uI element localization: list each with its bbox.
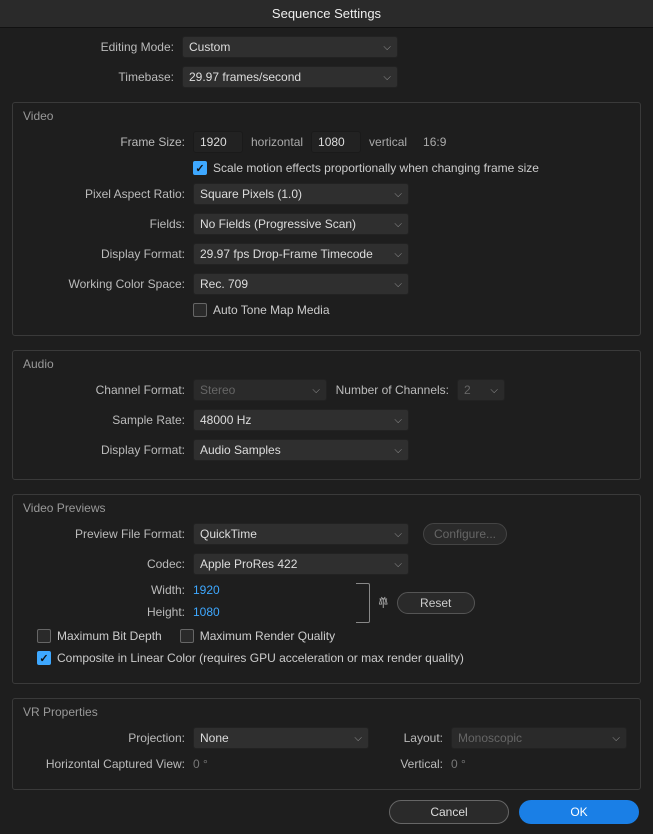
chevron-down-icon: ⌵ <box>490 385 498 396</box>
channel-format-value: Stereo <box>200 383 235 397</box>
num-channels-value: 2 <box>464 383 471 397</box>
horiz-captured-value: 0 ° <box>193 757 208 771</box>
vert-captured-label: Vertical: <box>369 757 451 771</box>
dialog-title: Sequence Settings <box>0 0 653 28</box>
audio-display-format-label: Display Format: <box>23 443 193 457</box>
preview-format-select[interactable]: QuickTime ⌵ <box>193 523 409 545</box>
video-display-format-label: Display Format: <box>23 247 193 261</box>
chevron-down-icon: ⌵ <box>312 385 320 396</box>
composite-linear-checkbox[interactable] <box>37 651 51 665</box>
preview-format-value: QuickTime <box>200 527 257 541</box>
audio-legend: Audio <box>23 357 54 371</box>
chevron-down-icon: ⌵ <box>612 733 620 744</box>
num-channels-label: Number of Channels: <box>327 383 457 397</box>
sample-rate-select[interactable]: 48000 Hz ⌵ <box>193 409 409 431</box>
max-render-quality-checkbox[interactable] <box>180 629 194 643</box>
pixel-aspect-select[interactable]: Square Pixels (1.0) ⌵ <box>193 183 409 205</box>
fields-select[interactable]: No Fields (Progressive Scan) ⌵ <box>193 213 409 235</box>
timebase-label: Timebase: <box>12 70 182 84</box>
ok-button[interactable]: OK <box>519 800 639 824</box>
framesize-aspect: 16:9 <box>423 135 446 149</box>
chevron-down-icon: ⌵ <box>394 189 402 200</box>
chevron-down-icon: ⌵ <box>383 72 391 83</box>
framesize-height-input[interactable] <box>311 131 361 153</box>
video-display-format-value: 29.97 fps Drop-Frame Timecode <box>200 247 373 261</box>
layout-value: Monoscopic <box>458 731 522 745</box>
horiz-captured-label: Horizontal Captured View: <box>23 757 193 771</box>
vert-captured-value: 0 ° <box>451 757 466 771</box>
codec-value: Apple ProRes 422 <box>200 557 297 571</box>
video-display-format-select[interactable]: 29.97 fps Drop-Frame Timecode ⌵ <box>193 243 409 265</box>
scale-motion-label: Scale motion effects proportionally when… <box>213 161 539 175</box>
framesize-label: Frame Size: <box>23 135 193 149</box>
chevron-down-icon: ⌵ <box>394 445 402 456</box>
layout-label: Layout: <box>369 731 451 745</box>
pixel-aspect-value: Square Pixels (1.0) <box>200 187 302 201</box>
auto-tonemap-checkbox[interactable] <box>193 303 207 317</box>
editing-mode-select[interactable]: Custom ⌵ <box>182 36 398 58</box>
max-bit-depth-label: Maximum Bit Depth <box>57 629 162 643</box>
auto-tonemap-label: Auto Tone Map Media <box>213 303 330 317</box>
reset-button[interactable]: Reset <box>397 592 475 614</box>
num-channels-select: 2 ⌵ <box>457 379 505 401</box>
timebase-select[interactable]: 29.97 frames/second ⌵ <box>182 66 398 88</box>
max-render-quality-label: Maximum Render Quality <box>200 629 335 643</box>
framesize-vert-text: vertical <box>369 135 407 149</box>
link-icon[interactable]: 𐄷 <box>378 594 389 612</box>
sample-rate-label: Sample Rate: <box>23 413 193 427</box>
projection-label: Projection: <box>23 731 193 745</box>
editing-mode-value: Custom <box>189 40 230 54</box>
composite-linear-label: Composite in Linear Color (requires GPU … <box>57 651 464 665</box>
framesize-width-input[interactable] <box>193 131 243 153</box>
framesize-horiz-text: horizontal <box>251 135 303 149</box>
chevron-down-icon: ⌵ <box>383 42 391 53</box>
color-space-select[interactable]: Rec. 709 ⌵ <box>193 273 409 295</box>
chevron-down-icon: ⌵ <box>354 733 362 744</box>
scale-motion-checkbox[interactable] <box>193 161 207 175</box>
chevron-down-icon: ⌵ <box>394 559 402 570</box>
max-bit-depth-checkbox[interactable] <box>37 629 51 643</box>
vr-legend: VR Properties <box>23 705 98 719</box>
preview-width-label: Width: <box>23 583 193 597</box>
channel-format-label: Channel Format: <box>23 383 193 397</box>
audio-display-format-select[interactable]: Audio Samples ⌵ <box>193 439 409 461</box>
vr-group: VR Properties Projection: None ⌵ Layout:… <box>12 698 641 790</box>
layout-select: Monoscopic ⌵ <box>451 727 627 749</box>
chevron-down-icon: ⌵ <box>394 415 402 426</box>
sample-rate-value: 48000 Hz <box>200 413 251 427</box>
chevron-down-icon: ⌵ <box>394 529 402 540</box>
previews-group: Video Previews Preview File Format: Quic… <box>12 494 641 684</box>
chevron-down-icon: ⌵ <box>394 249 402 260</box>
color-space-value: Rec. 709 <box>200 277 248 291</box>
configure-button: Configure... <box>423 523 507 545</box>
preview-width-value[interactable]: 1920 <box>193 583 220 597</box>
timebase-value: 29.97 frames/second <box>189 70 301 84</box>
preview-height-label: Height: <box>23 605 193 619</box>
editing-mode-label: Editing Mode: <box>12 40 182 54</box>
color-space-label: Working Color Space: <box>23 277 193 291</box>
previews-legend: Video Previews <box>23 501 106 515</box>
video-group: Video Frame Size: horizontal vertical 16… <box>12 102 641 336</box>
cancel-button[interactable]: Cancel <box>389 800 509 824</box>
link-bracket-icon <box>356 583 370 623</box>
chevron-down-icon: ⌵ <box>394 219 402 230</box>
video-legend: Video <box>23 109 53 123</box>
codec-label: Codec: <box>23 557 193 571</box>
projection-value: None <box>200 731 229 745</box>
fields-value: No Fields (Progressive Scan) <box>200 217 356 231</box>
chevron-down-icon: ⌵ <box>394 279 402 290</box>
pixel-aspect-label: Pixel Aspect Ratio: <box>23 187 193 201</box>
audio-display-format-value: Audio Samples <box>200 443 281 457</box>
preview-height-value[interactable]: 1080 <box>193 605 220 619</box>
fields-label: Fields: <box>23 217 193 231</box>
codec-select[interactable]: Apple ProRes 422 ⌵ <box>193 553 409 575</box>
audio-group: Audio Channel Format: Stereo ⌵ Number of… <box>12 350 641 480</box>
projection-select[interactable]: None ⌵ <box>193 727 369 749</box>
preview-format-label: Preview File Format: <box>23 527 193 541</box>
channel-format-select: Stereo ⌵ <box>193 379 327 401</box>
